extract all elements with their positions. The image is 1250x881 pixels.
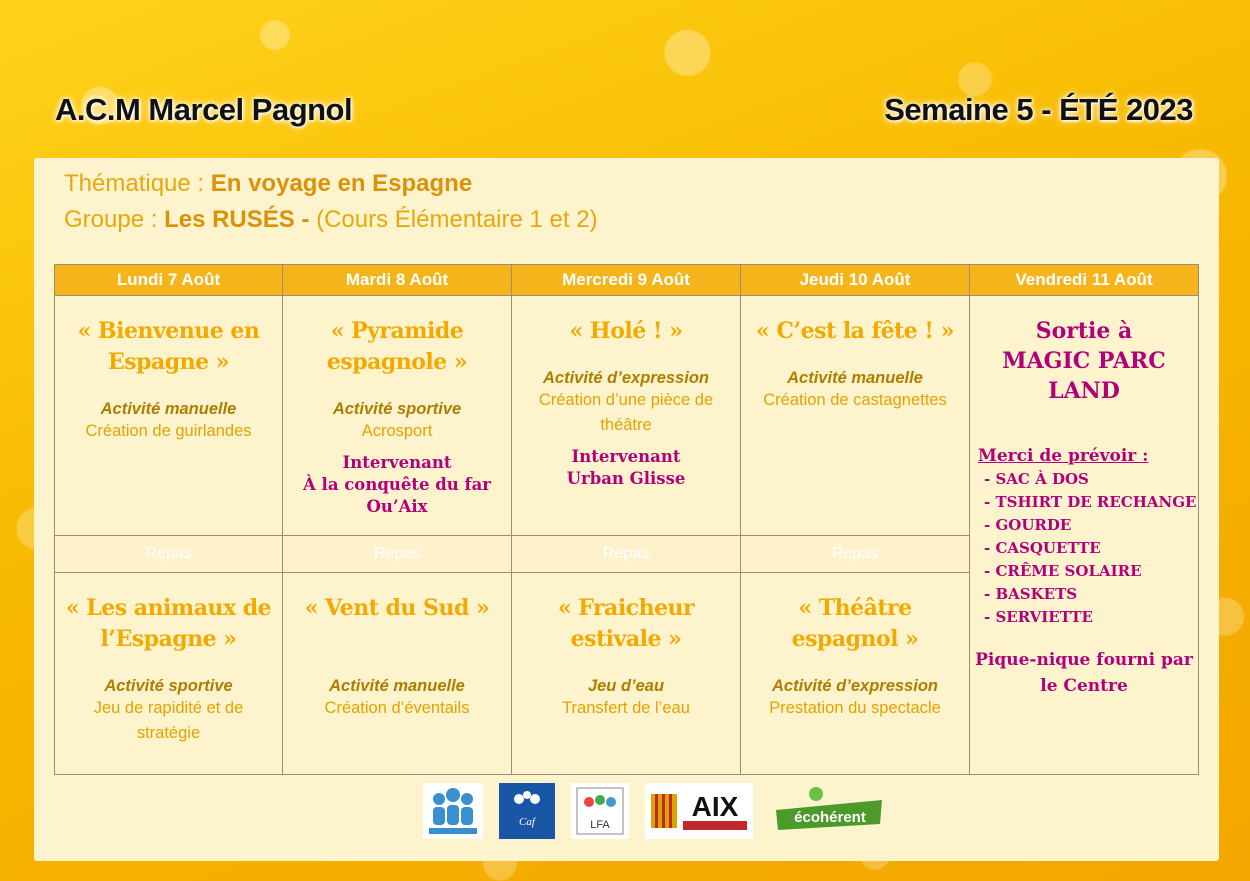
activity-desc: Création d’une pièce de théâtre	[538, 391, 714, 434]
day-header: Mardi 8 Août	[282, 264, 512, 296]
activity-desc: Prestation du spectacle	[769, 699, 941, 717]
group-detail: (Cours Élémentaire 1 et 2)	[316, 206, 598, 233]
center-name: A.C.M Marcel Pagnol	[55, 92, 353, 127]
activity-cell: « C’est la fête ! » Activité manuelle Cr…	[740, 295, 970, 536]
activity-desc: Création de guirlandes	[85, 422, 252, 440]
activity-desc: Transfert de l’eau	[562, 699, 690, 717]
logo-lfa: LFA	[571, 783, 629, 839]
activity-desc: Jeu de rapidité et de stratégie	[93, 699, 244, 742]
lunch-cell: Repas	[511, 535, 741, 573]
intervenant-name: À la conquête du far Ou’Aix	[303, 475, 491, 516]
activity-title: « Pyramide espagnole »	[326, 318, 468, 375]
activity-cell: « Théâtre espagnol » Activité d’expressi…	[740, 572, 970, 775]
activity-cell: « Fraicheur estivale » Jeu d’eau Transfe…	[511, 572, 741, 775]
bring-item: - SERVIETTE	[984, 608, 1093, 626]
svg-text:LFA: LFA	[590, 819, 610, 831]
logo-centre-ecoherent: écohérent	[769, 783, 889, 839]
activity-title: « C’est la fête ! »	[756, 318, 954, 344]
day-header: Jeudi 10 Août	[740, 264, 970, 296]
intervenant-label: Intervenant	[571, 447, 681, 466]
activity-type: Activité d’expression	[772, 677, 938, 695]
svg-text:écohérent: écohérent	[794, 809, 866, 826]
activity-cell: « Bienvenue en Espagne » Activité manuel…	[54, 295, 283, 536]
activity-desc: Acrosport	[361, 422, 433, 440]
theme-line: Thématique : En voyage en Espagne	[64, 170, 472, 198]
bring-item: - CASQUETTE	[984, 539, 1101, 557]
bring-item: - TSHIRT DE RECHANGE	[984, 493, 1197, 511]
morning-row: « Bienvenue en Espagne » Activité manuel…	[54, 295, 1199, 775]
intervenant-label: Intervenant	[342, 453, 452, 472]
outing-title: Sortie à MAGIC PARC LAND	[970, 316, 1198, 406]
lunch-cell: Repas	[54, 535, 283, 573]
day-header-row: Lundi 7 Août Mardi 8 Août Mercredi 9 Aoû…	[54, 264, 1199, 296]
activity-desc: Création d’éventails	[324, 699, 470, 717]
theme-value: En voyage en Espagne	[210, 170, 473, 197]
bring-list: - SAC À DOS - TSHIRT DE RECHANGE - GOURD…	[970, 468, 1198, 629]
picnic-note: Pique-nique fourni par le Centre	[975, 650, 1193, 696]
activity-type: Activité d’expression	[543, 369, 709, 387]
friday-cell: Sortie à MAGIC PARC LAND Merci de prévoi…	[969, 295, 1199, 775]
theme-label: Thématique :	[64, 170, 211, 197]
lunch-cell: Repas	[282, 535, 512, 573]
bring-item: - SAC À DOS	[984, 470, 1089, 488]
group-label: Groupe :	[64, 206, 165, 233]
schedule-table: Lundi 7 Août Mardi 8 Août Mercredi 9 Aoû…	[54, 264, 1199, 775]
activity-title: « Holé ! »	[569, 318, 683, 344]
logo-caf: Caf	[499, 783, 555, 839]
group-value: Les RUSÉS -	[164, 206, 317, 233]
activity-type: Activité manuelle	[787, 369, 923, 387]
activity-title: « Bienvenue en Espagne »	[77, 318, 260, 375]
activity-desc: Création de castagnettes	[763, 391, 947, 409]
activity-type: Jeu d’eau	[587, 677, 665, 695]
logo-jean-paul-coste	[423, 783, 483, 839]
activity-title: « Fraicheur estivale »	[557, 595, 695, 652]
day-header: Vendredi 11 Août	[969, 264, 1199, 296]
outing-line1: Sortie à	[1035, 318, 1133, 344]
bring-item: - GOURDE	[984, 516, 1072, 534]
partner-logos: Caf LFA AIX écohérent	[423, 783, 889, 839]
svg-text:AIX: AIX	[692, 791, 739, 822]
bring-item: - BASKETS	[984, 585, 1078, 603]
activity-title: « Les animaux de l’Espagne »	[65, 595, 272, 652]
svg-text:Caf: Caf	[519, 816, 537, 828]
week-title: Semaine 5 - ÉTÉ 2023	[884, 92, 1193, 127]
activity-title: « Théâtre espagnol »	[791, 595, 919, 652]
bring-item: - CRÊME SOLAIRE	[984, 562, 1142, 580]
intervenant-name: Urban Glisse	[566, 469, 686, 488]
activity-type: Activité sportive	[104, 677, 233, 695]
outing-line2: MAGIC PARC LAND	[1002, 348, 1166, 404]
activity-type: Activité manuelle	[329, 677, 465, 695]
activity-type: Activité sportive	[332, 400, 462, 418]
activity-cell: « Holé ! » Activité d’expression Créatio…	[511, 295, 741, 536]
day-header: Mercredi 9 Août	[511, 264, 741, 296]
activity-cell: « Vent du Sud » Activité manuelle Créati…	[282, 572, 512, 775]
bring-heading: Merci de prévoir :	[978, 446, 1149, 466]
day-header: Lundi 7 Août	[54, 264, 283, 296]
lunch-cell: Repas	[740, 535, 970, 573]
intervenant: Intervenant Urban Glisse	[512, 446, 740, 490]
group-line: Groupe : Les RUSÉS - (Cours Élémentaire …	[64, 206, 598, 234]
activity-cell: « Pyramide espagnole » Activité sportive…	[282, 295, 512, 536]
activity-type: Activité manuelle	[100, 400, 237, 418]
logo-aix-en-provence: AIX	[645, 783, 753, 839]
activity-title: « Vent du Sud »	[304, 595, 490, 621]
activity-cell: « Les animaux de l’Espagne » Activité sp…	[54, 572, 283, 775]
intervenant: Intervenant À la conquête du far Ou’Aix	[283, 452, 511, 518]
